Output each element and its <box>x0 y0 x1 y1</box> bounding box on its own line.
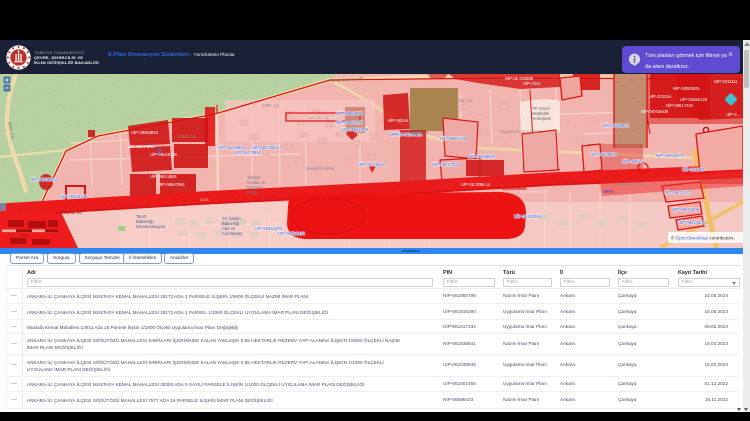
svg-text:NİP-06308243: NİP-06308243 <box>30 177 58 182</box>
svg-text:UİP-06014406: UİP-06014406 <box>678 220 706 225</box>
svg-text:UİP-06445100: UİP-06445100 <box>150 152 178 157</box>
svg-text:NİP-2211111: NİP-2211111 <box>714 79 738 84</box>
svg-text:UİP-2...: UİP-2... <box>726 112 740 117</box>
svg-text:UİP-06414561: UİP-06414561 <box>150 174 178 179</box>
svg-text:NİP-06495260: NİP-06495260 <box>468 154 496 159</box>
svg-text:NİP-06082021: NİP-06082021 <box>673 86 701 91</box>
svg-text:UİP-2241: UİP-2241 <box>523 81 541 86</box>
svg-text:UİP-06981736: UİP-06981736 <box>440 136 468 141</box>
svg-text:UİP-06.3096.14: UİP-06.3096.14 <box>461 182 491 187</box>
svg-text:Dumlupınar Blv.: Dumlupınar Blv. <box>56 211 83 215</box>
svg-text:Acil Durum: Acil Durum <box>222 231 243 236</box>
svg-text:UİP-06464824: UİP-06464824 <box>131 130 159 135</box>
svg-text:P: P <box>157 149 162 156</box>
svg-text:UİP-06536879: UİP-06536879 <box>590 152 618 157</box>
svg-text:UİP-06414561: UİP-06414561 <box>128 144 156 149</box>
svg-text:UİP-06455128: UİP-06455128 <box>680 97 708 102</box>
svg-text:NİP-06755408: NİP-06755408 <box>641 109 669 114</box>
svg-text:NİP-06736271: NİP-06736271 <box>308 116 336 121</box>
svg-text:Söğütözü: Söğütözü <box>410 130 428 135</box>
svg-text:NİP-06993479: NİP-06993479 <box>656 153 684 158</box>
svg-text:UİP-06992140: UİP-06992140 <box>341 127 369 132</box>
svg-text:Muasım Gencsov Cd.: Muasım Gencsov Cd. <box>500 129 540 134</box>
svg-text:UİP-06044406: UİP-06044406 <box>672 207 700 212</box>
svg-text:© OpenStreetMap contributors.: © OpenStreetMap contributors. <box>671 235 735 241</box>
svg-text:Birliği: Birliği <box>247 190 257 195</box>
svg-text:Mustafa Kemal: Mustafa Kemal <box>616 182 644 187</box>
svg-text:Dumlupınar Blv.: Dumlupınar Blv. <box>520 189 550 194</box>
svg-text:UİP-06761203: UİP-06761203 <box>278 231 306 236</box>
svg-text:2083. Cd.: 2083. Cd. <box>262 103 280 108</box>
svg-text:UİP-06250150: UİP-06250150 <box>60 194 88 199</box>
svg-text:Demonstrasyon: Demonstrasyon <box>136 224 166 229</box>
svg-text:UİP-06547961: UİP-06547961 <box>158 182 186 187</box>
svg-text:2083. Cd.: 2083. Cd. <box>455 98 473 103</box>
svg-text:UİP-06270852: UİP-06270852 <box>234 150 262 155</box>
svg-text:UİP-06274170: UİP-06274170 <box>664 190 692 195</box>
svg-text:UİP-221014: UİP-221014 <box>649 94 672 99</box>
svg-text:NİP-06517234: NİP-06517234 <box>666 103 694 108</box>
svg-text:UİP-06963970: UİP-06963970 <box>336 111 364 116</box>
svg-text:200 m: 200 m <box>20 234 30 238</box>
svg-text:Mustafa Kemal: Mustafa Kemal <box>306 166 334 171</box>
svg-text:UİP-06382056: UİP-06382056 <box>514 214 542 219</box>
svg-text:UİP-2211B3: UİP-2211B3 <box>682 167 705 172</box>
svg-text:WTA: WTA <box>604 189 613 194</box>
svg-text:UİP-06729442: UİP-06729442 <box>358 162 386 167</box>
svg-text:2082. Cd.: 2082. Cd. <box>178 134 196 139</box>
svg-text:NİP--28521: NİP--28521 <box>622 159 644 164</box>
svg-text:D200: D200 <box>200 198 209 202</box>
svg-text:UİP-06039941: UİP-06039941 <box>602 123 630 128</box>
svg-text:NİP-06467207: NİP-06467207 <box>336 120 364 125</box>
svg-text:NİP-38244: NİP-38244 <box>388 118 409 123</box>
svg-text:Yerleşkesi: Yerleşkesi <box>532 116 551 121</box>
svg-text:UİP-06017332: UİP-06017332 <box>432 162 460 167</box>
